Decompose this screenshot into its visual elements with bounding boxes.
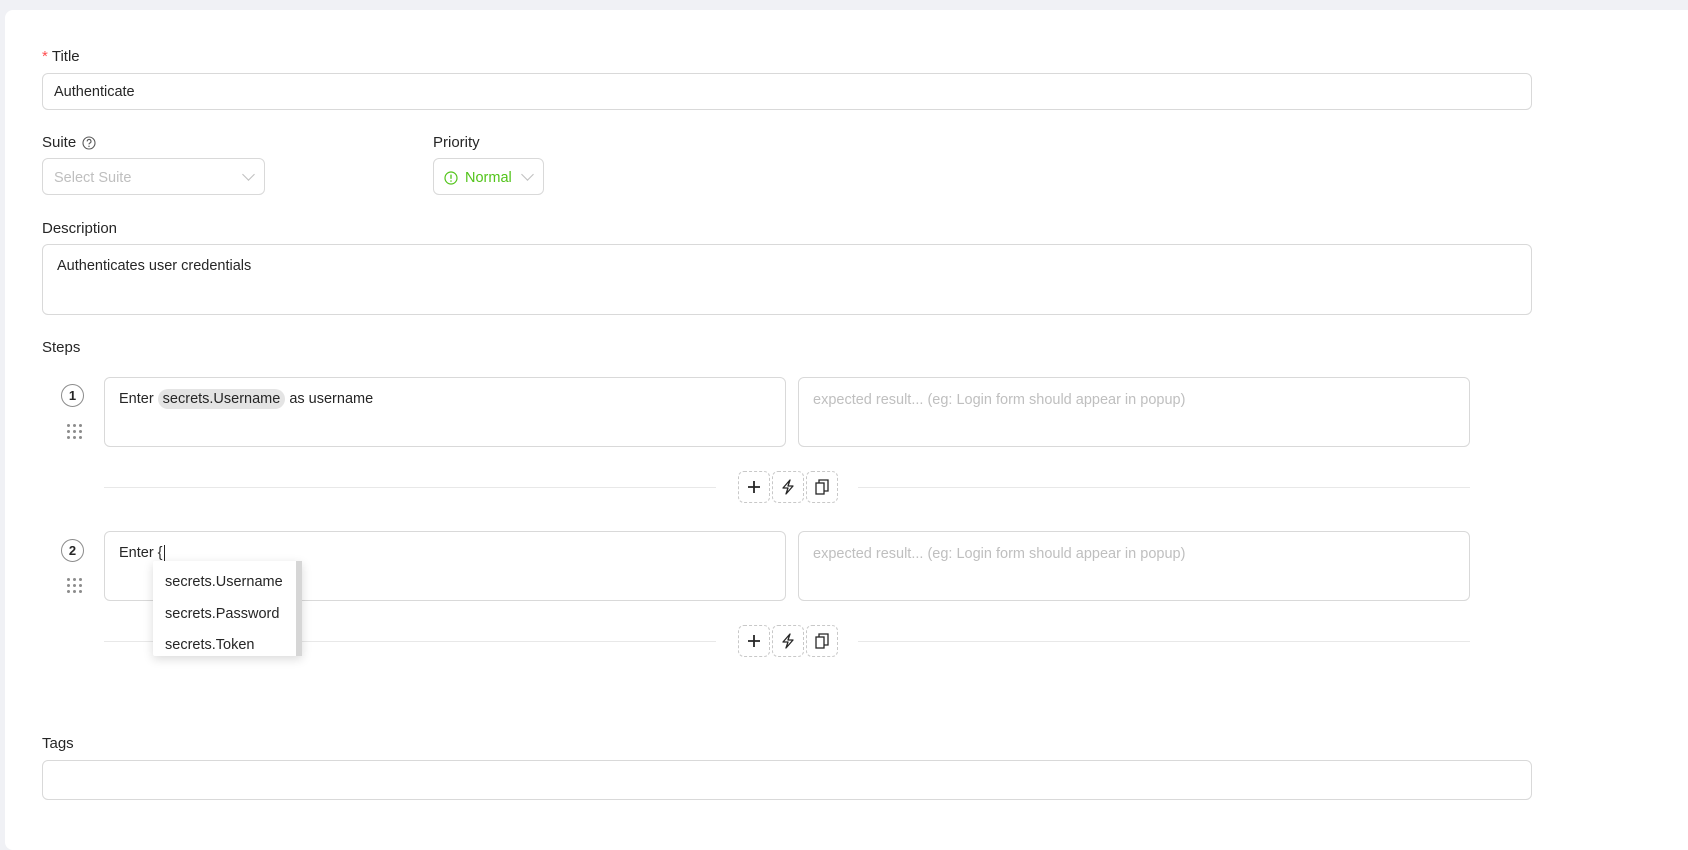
- chevron-down-icon: [521, 168, 534, 181]
- chevron-down-icon: [242, 168, 255, 181]
- tags-label: Tags: [42, 735, 74, 752]
- drag-handle-icon[interactable]: [67, 424, 82, 439]
- suite-label: Suite: [42, 134, 96, 151]
- title-label: * Title: [42, 48, 80, 65]
- step-action-text: Enter {: [119, 545, 165, 561]
- divider: [104, 487, 716, 488]
- priority-value: Normal: [465, 170, 512, 186]
- divider: [858, 641, 1470, 642]
- description-textarea[interactable]: Authenticates user credentials: [42, 244, 1532, 315]
- suite-select[interactable]: Select Suite: [42, 158, 265, 195]
- description-label: Description: [42, 220, 118, 237]
- expected-placeholder: expected result... (eg: Login form shoul…: [813, 392, 1186, 408]
- copy-icon: [815, 479, 829, 495]
- priority-select[interactable]: Normal: [433, 158, 544, 195]
- tags-input[interactable]: [42, 760, 1532, 800]
- suite-placeholder: Select Suite: [54, 170, 132, 186]
- step-expected-input[interactable]: expected result... (eg: Login form shoul…: [798, 377, 1470, 447]
- expected-placeholder: expected result... (eg: Login form shoul…: [813, 546, 1186, 562]
- priority-label: Priority: [433, 134, 480, 151]
- autocomplete-dropdown: secrets.Username secrets.Password secret…: [153, 561, 302, 656]
- copy-icon: [815, 633, 829, 649]
- step-action-content: Enter secrets.Username as username: [119, 389, 373, 409]
- steps-label: Steps: [42, 339, 81, 356]
- divider: [858, 487, 1470, 488]
- add-step-button[interactable]: [738, 625, 770, 657]
- plus-icon: [748, 635, 760, 647]
- duplicate-step-button[interactable]: [806, 471, 838, 503]
- title-input[interactable]: Authenticate: [42, 73, 1532, 110]
- drag-handle-icon[interactable]: [67, 578, 82, 593]
- generate-step-button[interactable]: [772, 471, 804, 503]
- step-action-input[interactable]: Enter secrets.Username as username: [104, 377, 786, 447]
- step-number: 1: [61, 384, 84, 407]
- scrollbar[interactable]: [296, 561, 302, 656]
- add-step-button[interactable]: [738, 471, 770, 503]
- generate-step-button[interactable]: [772, 625, 804, 657]
- info-circle-icon: [444, 171, 458, 185]
- autocomplete-option[interactable]: secrets.Token: [165, 637, 254, 653]
- plus-icon: [748, 481, 760, 493]
- variable-tag[interactable]: secrets.Username: [157, 389, 286, 409]
- step-expected-input[interactable]: expected result... (eg: Login form shoul…: [798, 531, 1470, 601]
- step-number: 2: [61, 539, 84, 562]
- autocomplete-option[interactable]: secrets.Username: [165, 574, 283, 590]
- help-icon[interactable]: [82, 135, 96, 150]
- lightning-icon: [782, 633, 794, 649]
- step-action-prefix: Enter: [119, 391, 154, 407]
- description-value: Authenticates user credentials: [57, 258, 252, 274]
- autocomplete-option[interactable]: secrets.Password: [165, 606, 279, 622]
- step-action-suffix: as username: [289, 391, 374, 407]
- title-value: Authenticate: [54, 84, 135, 100]
- lightning-icon: [782, 479, 794, 495]
- duplicate-step-button[interactable]: [806, 625, 838, 657]
